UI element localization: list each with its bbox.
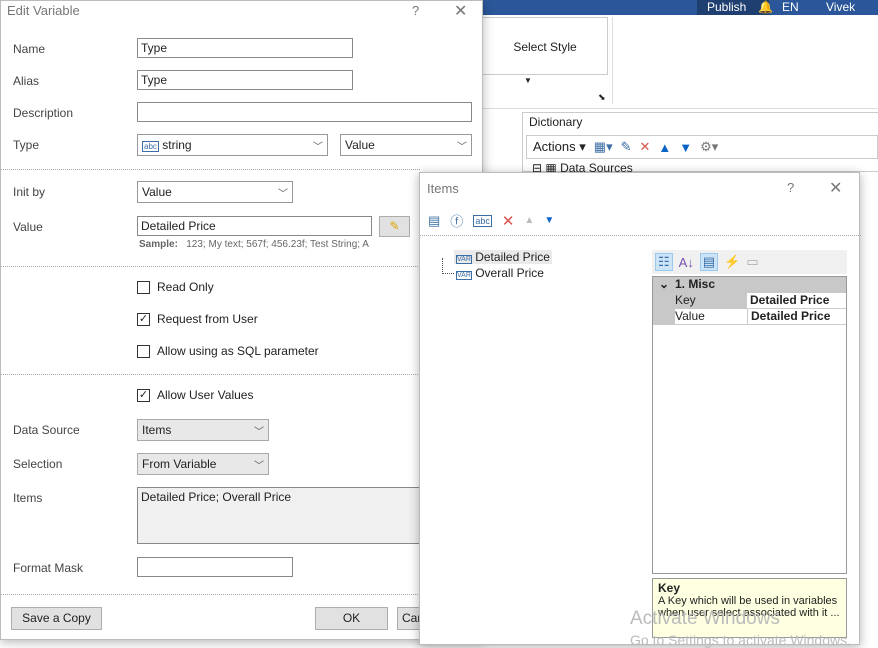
gallery-dropdown-icon[interactable]: ▼ <box>524 76 532 85</box>
property-pages-icon[interactable]: ▭ <box>746 254 758 270</box>
checkbox-box[interactable]: ✓ <box>137 388 150 402</box>
value-input[interactable]: Detailed Price <box>137 216 372 236</box>
save-a-copy-button[interactable]: Save a Copy <box>11 607 102 630</box>
publish-label: Publish <box>707 0 747 14</box>
app-title-bar <box>483 0 878 15</box>
actions-menu[interactable]: Actions ▾ <box>533 139 586 155</box>
data-source-label: Data Source <box>13 423 80 437</box>
request-from-user-checkbox[interactable]: ✓ Request from User <box>137 312 258 326</box>
rename-icon[interactable]: abc <box>473 214 492 227</box>
format-mask-label: Format Mask <box>13 561 84 575</box>
string-type-icon: abc <box>142 141 159 152</box>
value-label: Value <box>13 220 43 234</box>
user-menu[interactable]: Vivek Rao <box>826 1 878 27</box>
name-input[interactable]: Type <box>137 38 353 58</box>
add-expression-icon[interactable]: ⓕ <box>450 211 463 230</box>
selection-select[interactable]: From Variable ﹀ <box>137 453 269 475</box>
items-label: Items <box>13 491 43 505</box>
variable-icon: VAR <box>456 271 472 280</box>
dialog-title: Edit Variable <box>7 3 80 18</box>
tree-item-overall-price[interactable]: VAR Overall Price <box>456 266 544 280</box>
dictionary-toolbar: Actions ▾ ▦▾ ✎ ✕ ▲ ▼ ⚙▾ <box>526 135 878 159</box>
divider <box>1 374 420 375</box>
close-button[interactable]: ✕ <box>829 178 842 198</box>
dictionary-title: Dictionary <box>529 115 583 129</box>
chevron-down-icon: ﹀ <box>313 142 323 153</box>
description-label: Description <box>13 106 74 120</box>
divider <box>1 169 420 170</box>
move-up-icon[interactable]: ▲ <box>658 140 671 155</box>
close-button[interactable]: ✕ <box>454 1 467 21</box>
categorized-icon[interactable]: ☷ <box>655 253 673 271</box>
init-by-select[interactable]: Value ﹀ <box>137 181 293 203</box>
ribbon-divider <box>612 17 613 104</box>
language-button[interactable]: EN <box>782 1 799 14</box>
selection-label: Selection <box>13 457 63 471</box>
type-label: Type <box>13 138 40 152</box>
activation-watermark-subtitle: Go to Settings to activate Windows. <box>630 632 851 648</box>
move-down-icon[interactable]: ▼ <box>679 140 692 155</box>
property-grid: ⌄ 1. Misc Key Detailed Price Value Detailed… <box>652 276 847 574</box>
edit-icon[interactable]: ✎ <box>621 139 632 155</box>
property-row-value[interactable]: Value Detailed Price <box>653 309 846 325</box>
description-input[interactable] <box>137 102 472 122</box>
dialog-launcher-icon[interactable]: ⬊ <box>598 92 606 103</box>
help-title: Key <box>658 581 681 595</box>
divider <box>1 266 420 267</box>
new-data-source-icon[interactable]: ▦▾ <box>594 139 613 155</box>
edit-variable-dialog: Edit Variable ? ✕ Name Type Alias Type D… <box>0 0 483 640</box>
alias-label: Alias <box>13 74 40 88</box>
checkbox-box[interactable] <box>137 280 150 294</box>
type-kind-select[interactable]: Value ﹀ <box>340 134 472 156</box>
chevron-down-icon: ﹀ <box>457 142 467 153</box>
chevron-down-icon: ﹀ <box>278 189 288 200</box>
delete-icon[interactable]: ✕ <box>502 212 515 230</box>
move-up-icon[interactable]: ▲ <box>524 215 534 226</box>
read-only-checkbox[interactable]: Read Only <box>137 280 214 294</box>
data-source-select[interactable]: Items ﹀ <box>137 419 269 441</box>
property-row-key[interactable]: Key Detailed Price <box>653 293 846 309</box>
help-button[interactable]: ? <box>412 3 419 18</box>
checkbox-box[interactable] <box>137 344 150 358</box>
collapse-icon[interactable]: ⌄ <box>653 277 675 293</box>
allow-user-values-checkbox[interactable]: ✓ Allow User Values <box>137 388 253 402</box>
properties-icon[interactable]: ▤ <box>699 253 719 271</box>
help-button[interactable]: ? <box>787 180 794 195</box>
sample-label: Sample: <box>139 239 178 250</box>
move-down-icon[interactable]: ▼ <box>544 215 554 226</box>
divider <box>420 235 861 236</box>
ok-button[interactable]: OK <box>315 607 388 630</box>
name-label: Name <box>13 42 46 56</box>
alias-input[interactable]: Type <box>137 70 353 90</box>
checkbox-box[interactable]: ✓ <box>137 312 150 326</box>
divider <box>1 594 420 595</box>
allow-sql-parameter-checkbox[interactable]: Allow using as SQL parameter <box>137 344 319 358</box>
chevron-down-icon: ﹀ <box>254 427 264 438</box>
tree-lines <box>442 258 454 274</box>
settings-icon[interactable]: ⚙▾ <box>700 139 718 155</box>
ribbon-bottom-border <box>483 108 878 109</box>
add-item-icon[interactable]: ▤ <box>428 213 440 229</box>
sort-alphabetical-icon[interactable]: A↓ <box>679 255 694 270</box>
init-by-label: Init by <box>13 185 46 199</box>
format-mask-input[interactable] <box>137 557 293 577</box>
activation-watermark: Activate Windows <box>630 608 780 629</box>
category-row[interactable]: ⌄ 1. Misc <box>653 277 846 293</box>
events-icon[interactable]: ⚡ <box>724 254 740 270</box>
items-dialog: Items ? ✕ ▤ ⓕ abc ✕ ▲ ▼ VAR Detailed Pri… <box>419 172 861 645</box>
bell-icon[interactable]: 🔔 <box>758 1 773 14</box>
select-style-gallery[interactable]: Select Style <box>483 17 608 75</box>
delete-icon[interactable]: ✕ <box>640 139 651 155</box>
variable-icon: VAR <box>456 255 472 264</box>
items-textarea[interactable]: Detailed Price; Overall Price <box>137 487 427 544</box>
dialog-title: Items <box>427 181 459 196</box>
edit-value-pencil-icon[interactable]: ✎ <box>379 216 410 237</box>
property-grid-toolbar: ☷ A↓ ▤ ⚡ ▭ <box>652 250 847 274</box>
tree-item-detailed-price[interactable]: VAR Detailed Price <box>454 250 552 264</box>
type-select[interactable]: abc string ﹀ <box>137 134 328 156</box>
sample-text: 123; My text; 567f; 456.23f; Test String… <box>186 239 369 250</box>
chevron-down-icon: ﹀ <box>254 461 264 472</box>
